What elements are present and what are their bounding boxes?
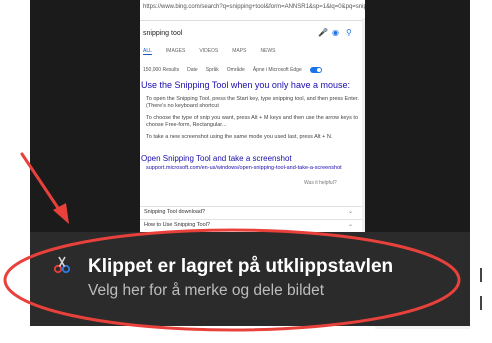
faq-item: Snipping Tool download? ⌄ — [140, 206, 365, 216]
tab-news: NEWS — [260, 48, 276, 54]
result-paragraph: To open the Snipping Tool, press the Sta… — [146, 96, 359, 109]
result-paragraph: To take a new screenshot using the same … — [146, 134, 333, 140]
captured-screenshot: https://www.bing.com/search?q=snipping+t… — [140, 0, 365, 235]
filter-date: Date — [187, 67, 198, 73]
tab-maps: MAPS — [232, 48, 247, 54]
edge-mark — [480, 296, 482, 310]
camera-search-icon: ◉ — [332, 28, 339, 37]
search-row: snipping tool 🎤 ◉ ⚲ — [140, 28, 365, 44]
tab-all: ALL — [143, 48, 152, 55]
scrollbar — [362, 18, 365, 235]
filter-language: Språk — [205, 67, 219, 73]
result-heading: Use the Snipping Tool when you only have… — [141, 80, 350, 90]
filter-row: 150,000 Results Date Språk Område Åpne i… — [143, 67, 363, 73]
toast-notification[interactable]: Klippet er lagret på utklippstavlen Velg… — [30, 232, 470, 326]
desktop-edge — [470, 0, 492, 343]
search-icon: ⚲ — [346, 28, 352, 37]
search-query: snipping tool — [143, 30, 183, 37]
tab-images: IMAGES — [165, 48, 186, 54]
toast-body: Velg her for å merke og dele bildet — [88, 282, 325, 299]
faq-label: How to Use Snipping Tool? — [144, 222, 210, 228]
feedback-text: Was it helpful? — [304, 180, 337, 186]
faq-label: Snipping Tool download? — [144, 209, 206, 215]
result-subheading: Open Snipping Tool and take a screenshot — [141, 154, 292, 163]
toast-title: Klippet er lagret på utklippstavlen — [88, 256, 394, 277]
filter-edge: Åpne i Microsoft Edge — [252, 67, 302, 73]
tab-videos: VIDEOS — [199, 48, 219, 54]
edge-mark — [480, 268, 482, 282]
filter-region: Område — [226, 67, 245, 73]
chevron-down-icon: ⌄ — [347, 209, 353, 215]
faq-item: How to Use Snipping Tool? ⌄ — [140, 219, 365, 229]
result-paragraph: To choose the type of snip you want, pre… — [146, 115, 359, 128]
toggle-switch — [309, 67, 322, 73]
chevron-down-icon: ⌄ — [347, 222, 353, 228]
microphone-icon: 🎤 — [318, 28, 328, 37]
result-link: support.microsoft.com/en-us/windows/open… — [146, 165, 342, 171]
results-count: 150,000 Results — [143, 67, 180, 73]
address-bar: https://www.bing.com/search?q=snipping+t… — [140, 0, 365, 21]
snipping-tool-icon — [53, 256, 71, 274]
search-tabs: ALL IMAGES VIDEOS MAPS NEWS — [143, 48, 353, 55]
